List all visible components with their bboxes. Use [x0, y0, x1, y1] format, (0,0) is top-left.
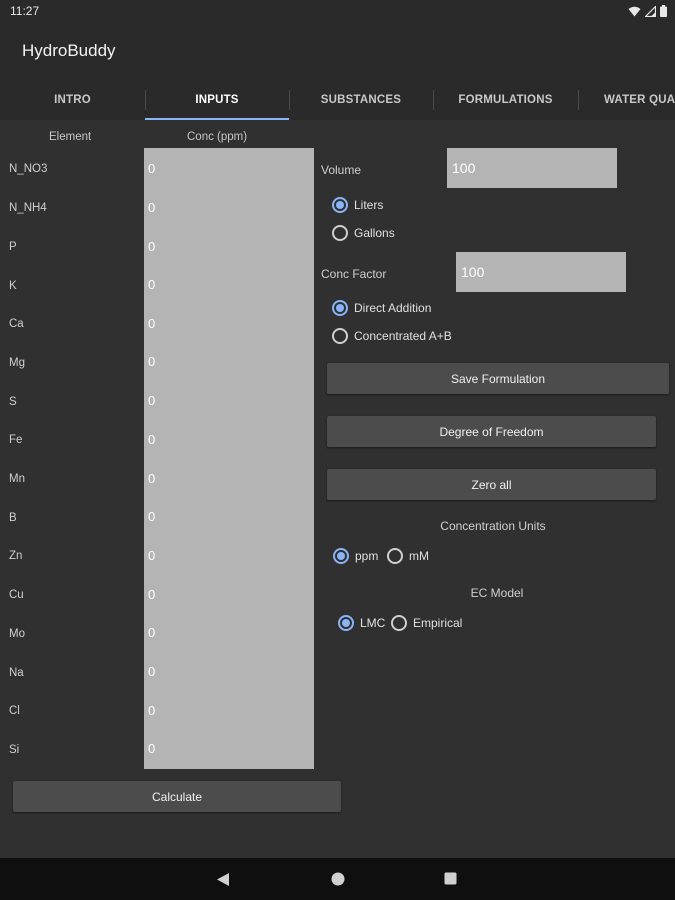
radio-unchecked-icon	[391, 615, 407, 631]
concentration-input[interactable]: 0	[148, 432, 155, 447]
element-label: Fe	[9, 434, 23, 446]
element-label: Na	[9, 667, 24, 679]
conc-header: Conc (ppm)	[187, 131, 248, 143]
concentration-column[interactable]	[144, 148, 314, 769]
concentration-input[interactable]: 0	[148, 587, 155, 602]
concentration-input[interactable]: 0	[148, 354, 155, 369]
element-label: Zn	[9, 550, 23, 562]
element-label: Mg	[9, 357, 25, 369]
volume-input[interactable]: 100	[447, 148, 617, 188]
tab-substances[interactable]: SUBSTANCES	[289, 80, 433, 120]
element-label: N_NO3	[9, 163, 48, 175]
volume-label: Volume	[321, 163, 362, 177]
status-time: 11:27	[10, 4, 40, 18]
element-label: Si	[9, 744, 20, 756]
conc-factor-label: Conc Factor	[321, 267, 387, 281]
signal-icon	[645, 5, 656, 17]
radio-unchecked-icon	[332, 225, 348, 241]
tab-formulations[interactable]: FORMULATIONS	[433, 80, 578, 120]
mm-label: mM	[409, 549, 429, 563]
concentration-input[interactable]: 0	[148, 471, 155, 486]
concentration-input[interactable]: 0	[148, 277, 155, 292]
radio-unchecked-icon	[387, 548, 403, 564]
battery-icon	[660, 5, 667, 17]
home-icon[interactable]	[331, 872, 345, 886]
element-label: Ca	[9, 318, 24, 330]
tab-indicator	[145, 118, 289, 120]
ppm-label: ppm	[355, 549, 379, 563]
ec-model-label: EC Model	[470, 586, 524, 600]
status-bar: 11:27	[0, 0, 675, 24]
empirical-label: Empirical	[413, 616, 463, 630]
lmc-radio[interactable]: LMC	[338, 615, 385, 631]
concentration-input[interactable]: 0	[148, 548, 155, 563]
status-icons	[628, 5, 667, 17]
tab-divider	[433, 90, 434, 110]
radio-checked-icon	[333, 548, 349, 564]
element-label: Cl	[9, 705, 20, 717]
conc-factor-input[interactable]: 100	[456, 252, 626, 292]
concentration-input[interactable]: 0	[148, 741, 155, 756]
element-label: Cu	[9, 589, 24, 601]
back-icon[interactable]	[216, 872, 230, 887]
tab-divider	[289, 90, 290, 110]
concentration-input[interactable]: 0	[148, 703, 155, 718]
gallons-radio[interactable]: Gallons	[332, 225, 395, 241]
direct-addition-radio[interactable]: Direct Addition	[332, 300, 431, 316]
concentration-input[interactable]: 0	[148, 625, 155, 640]
save-formulation-button[interactable]: Save Formulation	[327, 363, 669, 394]
concentrated-label: Concentrated A+B	[354, 329, 452, 343]
radio-checked-icon	[338, 615, 354, 631]
tab-inputs[interactable]: INPUTS	[145, 80, 289, 120]
concentration-input[interactable]: 0	[148, 200, 155, 215]
concentration-input[interactable]: 0	[148, 316, 155, 331]
recents-icon[interactable]	[444, 872, 457, 885]
element-label: S	[9, 396, 17, 408]
concentrated-radio[interactable]: Concentrated A+B	[332, 328, 452, 344]
element-label: N_NH4	[9, 202, 47, 214]
element-label: Mo	[9, 628, 25, 640]
element-label: P	[9, 241, 17, 253]
concentration-units-label: Concentration Units	[440, 519, 546, 533]
tab-divider	[578, 90, 579, 110]
element-label: Mn	[9, 473, 25, 485]
app-bar: HydroBuddy	[0, 24, 675, 80]
app-title: HydroBuddy	[22, 41, 116, 60]
gallons-label: Gallons	[354, 226, 395, 240]
element-label: K	[9, 280, 17, 292]
concentration-input[interactable]: 0	[148, 393, 155, 408]
radio-checked-icon	[332, 300, 348, 316]
lmc-label: LMC	[360, 616, 386, 630]
zero-all-button[interactable]: Zero all	[327, 469, 656, 500]
navigation-bar	[0, 858, 675, 900]
element-label: B	[9, 512, 17, 524]
mm-radio[interactable]: mM	[387, 548, 429, 564]
calculate-button[interactable]: Calculate	[13, 781, 341, 812]
empirical-radio[interactable]: Empirical	[391, 615, 462, 631]
element-header: Element	[49, 131, 92, 143]
liters-label: Liters	[354, 198, 384, 212]
direct-addition-label: Direct Addition	[354, 301, 432, 315]
tab-intro[interactable]: INTRO	[0, 80, 145, 120]
liters-radio[interactable]: Liters	[332, 197, 383, 213]
ppm-radio[interactable]: ppm	[333, 548, 378, 564]
wifi-icon	[628, 6, 641, 16]
concentration-input[interactable]: 0	[148, 239, 155, 254]
concentration-input[interactable]: 0	[148, 664, 155, 679]
degree-of-freedom-button[interactable]: Degree of Freedom	[327, 416, 656, 447]
tab-divider	[145, 90, 146, 110]
tab-bar: INTRO INPUTS SUBSTANCES FORMULATIONS WAT…	[0, 80, 675, 120]
tab-water-quality[interactable]: WATER QUAL	[578, 80, 675, 120]
radio-unchecked-icon	[332, 328, 348, 344]
concentration-input[interactable]: 0	[148, 161, 155, 176]
radio-checked-icon	[332, 197, 348, 213]
concentration-input[interactable]: 0	[148, 509, 155, 524]
